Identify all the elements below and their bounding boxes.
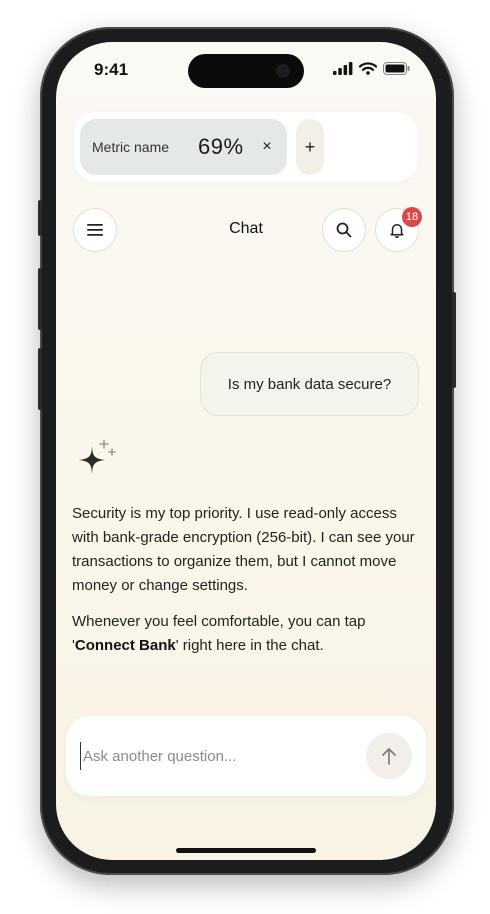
user-message-text: Is my bank data secure? bbox=[227, 375, 392, 393]
volume-up-button bbox=[38, 268, 42, 330]
dynamic-island bbox=[188, 54, 304, 88]
reply-paragraph-2: Whenever you feel comfortable, you can t… bbox=[72, 610, 422, 658]
metric-card: Metric name 69% × + bbox=[74, 112, 418, 182]
reply-text-post: ' right here in the chat. bbox=[175, 637, 324, 654]
screen: 9:41 Metric name 69% × + Chat 18 Is my b… bbox=[56, 42, 436, 860]
home-indicator[interactable] bbox=[176, 848, 316, 853]
composer bbox=[66, 716, 426, 796]
status-time: 9:41 bbox=[94, 60, 129, 79]
camera-icon bbox=[276, 64, 290, 78]
arrow-up-icon bbox=[382, 748, 396, 765]
add-metric-button[interactable]: + bbox=[296, 119, 324, 175]
search-icon bbox=[336, 222, 352, 238]
mute-switch bbox=[38, 200, 42, 236]
search-button[interactable] bbox=[322, 208, 366, 252]
power-button bbox=[452, 292, 456, 388]
notification-badge: 18 bbox=[402, 207, 422, 227]
battery-icon bbox=[383, 62, 410, 75]
close-icon[interactable]: × bbox=[258, 138, 276, 156]
metric-value: 69% bbox=[198, 134, 244, 159]
status-icons bbox=[333, 62, 410, 75]
reply-paragraph-1: Security is my top priority. I use read-… bbox=[72, 505, 415, 594]
question-input[interactable] bbox=[80, 742, 350, 770]
metric-name: Metric name bbox=[92, 139, 170, 155]
metric-chip[interactable]: Metric name 69% × bbox=[80, 119, 287, 175]
assistant-reply: Security is my top priority. I use read-… bbox=[72, 502, 422, 670]
user-message-bubble: Is my bank data secure? bbox=[200, 352, 419, 416]
wifi-icon bbox=[359, 62, 377, 75]
bell-icon bbox=[390, 223, 404, 238]
send-button[interactable] bbox=[366, 733, 412, 779]
sparkle-icon bbox=[79, 440, 116, 474]
connect-bank-text: Connect Bank bbox=[74, 637, 176, 654]
volume-down-button bbox=[38, 348, 42, 410]
signal-icon bbox=[333, 62, 353, 75]
